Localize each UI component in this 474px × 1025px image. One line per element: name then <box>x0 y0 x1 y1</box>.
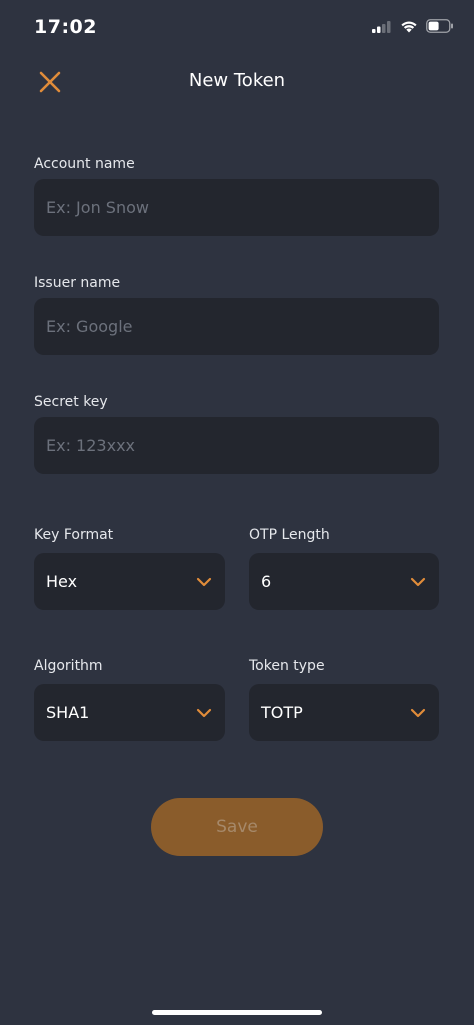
home-indicator <box>152 1010 322 1015</box>
algorithm-value: SHA1 <box>46 703 90 722</box>
page-title: New Token <box>188 70 286 91</box>
key-format-value: Hex <box>46 572 78 591</box>
token-type-label: Token type <box>249 658 325 674</box>
header: New Token <box>0 56 474 108</box>
otp-length-value: 6 <box>261 572 272 591</box>
status-time: 17:02 <box>34 16 97 38</box>
otp-length-select[interactable]: 6 <box>249 553 439 610</box>
account-name-input[interactable] <box>34 179 439 236</box>
cellular-signal-icon <box>372 18 392 37</box>
key-format-label: Key Format <box>34 527 114 543</box>
status-bar: 17:02 <box>0 0 474 56</box>
chevron-down-icon <box>409 573 427 591</box>
status-icons <box>372 18 454 37</box>
save-button[interactable]: Save <box>151 798 323 856</box>
battery-icon <box>426 18 454 37</box>
secret-key-input[interactable] <box>34 417 439 474</box>
token-type-value: TOTP <box>261 703 303 722</box>
wifi-icon <box>400 18 418 37</box>
token-type-select[interactable]: TOTP <box>249 684 439 741</box>
chevron-down-icon <box>195 573 213 591</box>
key-format-select[interactable]: Hex <box>34 553 225 610</box>
issuer-name-input[interactable] <box>34 298 439 355</box>
algorithm-label: Algorithm <box>34 658 103 674</box>
chevron-down-icon <box>409 704 427 722</box>
chevron-down-icon <box>195 704 213 722</box>
account-name-label: Account name <box>34 156 135 172</box>
algorithm-select[interactable]: SHA1 <box>34 684 225 741</box>
issuer-name-label: Issuer name <box>34 275 121 291</box>
secret-key-label: Secret key <box>34 394 108 410</box>
otp-length-label: OTP Length <box>249 527 330 543</box>
new-token-screen: 17:02 New Token Account name Ex: Jon Sno… <box>0 0 474 1025</box>
